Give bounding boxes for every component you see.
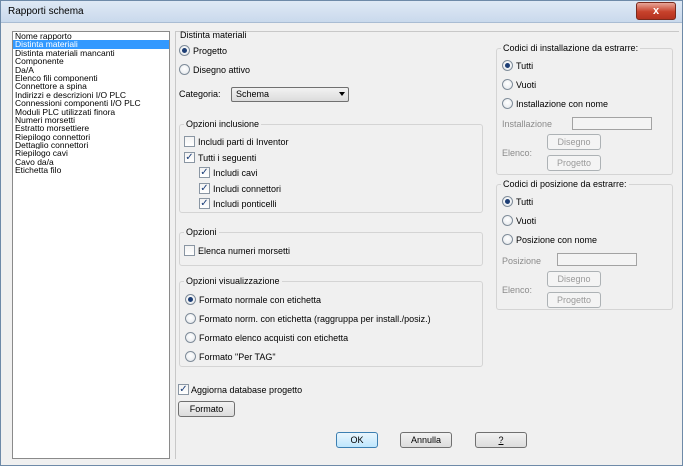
- includi-cavi-checkbox[interactable]: ✓: [199, 167, 210, 178]
- posizione-tutti-label: Tutti: [516, 197, 534, 207]
- report-list-item[interactable]: Nome rapporto: [13, 32, 169, 40]
- report-list-item[interactable]: Connessioni componenti I/O PLC: [13, 99, 169, 107]
- posizione-tutti-radio[interactable]: [502, 196, 513, 207]
- posizione-group: Codici di posizione da estrarre: Tutti V…: [496, 179, 673, 310]
- formato-raggruppa-label: Formato norm. con etichetta (raggruppa p…: [199, 314, 431, 324]
- report-list-item[interactable]: Distinta materiali mancanti: [13, 49, 169, 57]
- installazione-con-nome-radio[interactable]: [502, 98, 513, 109]
- report-list-item[interactable]: Distinta materiali: [13, 40, 169, 49]
- progetto-radio[interactable]: [179, 45, 190, 56]
- close-button[interactable]: x: [636, 2, 676, 20]
- installazione-field-label: Installazione: [502, 119, 553, 129]
- formato-tag-radio[interactable]: [185, 351, 196, 362]
- includi-connettori-label: Includi connettori: [213, 184, 282, 194]
- visualizzazione-group: Opzioni visualizzazione Formato normale …: [179, 276, 483, 367]
- posizione-elenco-label: Elenco:: [502, 285, 533, 295]
- includi-inventor-label: Includi parti di Inventor: [198, 137, 289, 147]
- report-list-item[interactable]: Dettaglio connettori: [13, 141, 169, 149]
- panel-title: Distinta materiali: [180, 30, 247, 40]
- posizione-legend: Codici di posizione da estrarre:: [501, 179, 629, 189]
- formato-raggruppa-radio[interactable]: [185, 313, 196, 324]
- installazione-group: Codici di installazione da estrarre: Tut…: [496, 43, 673, 175]
- installazione-input[interactable]: [572, 117, 652, 130]
- progetto-label: Progetto: [193, 46, 228, 56]
- report-options-panel: Distinta materiali Progetto Disegno atti…: [175, 30, 679, 459]
- help-button[interactable]: ?: [475, 432, 527, 448]
- report-list-item[interactable]: Connettore a spina: [13, 82, 169, 90]
- chevron-down-icon: [339, 92, 345, 96]
- formato-tag-label: Formato "Per TAG": [199, 352, 276, 362]
- installazione-disegno-button[interactable]: Disegno: [547, 134, 601, 150]
- installazione-vuoti-label: Vuoti: [516, 80, 537, 90]
- formato-normale-label: Formato normale con etichetta: [199, 295, 322, 305]
- categoria-value: Schema: [236, 89, 270, 99]
- installazione-tutti-radio[interactable]: [502, 60, 513, 71]
- inclusione-group: Opzioni inclusione Includi parti di Inve…: [179, 119, 483, 213]
- opzioni-group: Opzioni Elenca numeri morsetti: [179, 227, 483, 266]
- aggiorna-database-label: Aggiorna database progetto: [191, 385, 303, 395]
- opzioni-legend: Opzioni: [184, 227, 219, 237]
- installazione-legend: Codici di installazione da estrarre:: [501, 43, 641, 53]
- aggiorna-database-checkbox[interactable]: ✓: [178, 384, 189, 395]
- tutti-seguenti-label: Tutti i seguenti: [198, 153, 257, 163]
- installazione-vuoti-radio[interactable]: [502, 79, 513, 90]
- dialog-window: Rapporti schema x Nome rapporto Distinta …: [0, 0, 683, 466]
- disegno-attivo-radio[interactable]: [179, 64, 190, 75]
- formato-acquisti-radio[interactable]: [185, 332, 196, 343]
- disegno-attivo-label: Disegno attivo: [193, 65, 251, 75]
- elenca-morsetti-checkbox[interactable]: [184, 245, 195, 256]
- posizione-progetto-button[interactable]: Progetto: [547, 292, 601, 308]
- formato-normale-radio[interactable]: [185, 294, 196, 305]
- installazione-elenco-label: Elenco:: [502, 148, 533, 158]
- report-list-item[interactable]: Elenco fili componenti: [13, 74, 169, 82]
- posizione-field-label: Posizione: [502, 256, 542, 266]
- tutti-seguenti-checkbox[interactable]: ✓: [184, 152, 195, 163]
- posizione-input[interactable]: [557, 253, 637, 266]
- report-list-item[interactable]: Riepilogo connettori: [13, 133, 169, 141]
- annulla-button[interactable]: Annulla: [400, 432, 452, 448]
- report-list-item[interactable]: Cavo da/a: [13, 158, 169, 166]
- report-list-item[interactable]: Componente: [13, 57, 169, 65]
- installazione-tutti-label: Tutti: [516, 61, 534, 71]
- report-list[interactable]: Nome rapporto Distinta materiali Distinta …: [12, 31, 170, 459]
- report-list-item[interactable]: Estratto morsettiere: [13, 124, 169, 132]
- report-list-item[interactable]: Riepilogo cavi: [13, 149, 169, 157]
- report-list-item[interactable]: Numeri morsetti: [13, 116, 169, 124]
- includi-connettori-checkbox[interactable]: ✓: [199, 183, 210, 194]
- window-title: Rapporti schema: [8, 6, 84, 17]
- report-list-item[interactable]: Indirizzi e descrizioni I/O PLC: [13, 91, 169, 99]
- inclusione-legend: Opzioni inclusione: [184, 119, 262, 129]
- formato-button[interactable]: Formato: [178, 401, 235, 417]
- posizione-con-nome-radio[interactable]: [502, 234, 513, 245]
- categoria-label: Categoria:: [179, 89, 221, 99]
- report-list-item[interactable]: Da/A: [13, 66, 169, 74]
- includi-ponticelli-checkbox[interactable]: ✓: [199, 198, 210, 209]
- title-bar[interactable]: Rapporti schema x: [1, 1, 682, 23]
- installazione-con-nome-label: Installazione con nome: [516, 99, 609, 109]
- includi-ponticelli-label: Includi ponticelli: [213, 199, 277, 209]
- visualizzazione-legend: Opzioni visualizzazione: [184, 276, 282, 286]
- ok-button[interactable]: OK: [336, 432, 378, 448]
- posizione-con-nome-label: Posizione con nome: [516, 235, 598, 245]
- installazione-progetto-button[interactable]: Progetto: [547, 155, 601, 171]
- report-list-item[interactable]: Etichetta filo: [13, 166, 169, 174]
- posizione-disegno-button[interactable]: Disegno: [547, 271, 601, 287]
- includi-cavi-label: Includi cavi: [213, 168, 258, 178]
- categoria-select[interactable]: Schema: [231, 87, 349, 102]
- formato-acquisti-label: Formato elenco acquisti con etichetta: [199, 333, 349, 343]
- posizione-vuoti-label: Vuoti: [516, 216, 537, 226]
- posizione-vuoti-radio[interactable]: [502, 215, 513, 226]
- includi-inventor-checkbox[interactable]: [184, 136, 195, 147]
- elenca-morsetti-label: Elenca numeri morsetti: [198, 246, 291, 256]
- report-list-item[interactable]: Moduli PLC utilizzati finora: [13, 108, 169, 116]
